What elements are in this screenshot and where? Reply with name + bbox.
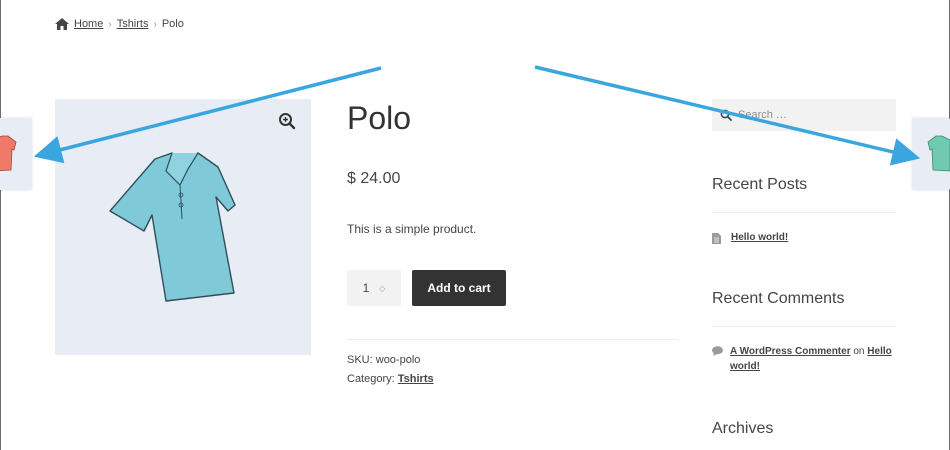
arrow-to-next-product — [534, 65, 921, 166]
arrow-to-prev-product — [33, 66, 382, 164]
annotation-arrows — [33, 65, 921, 166]
